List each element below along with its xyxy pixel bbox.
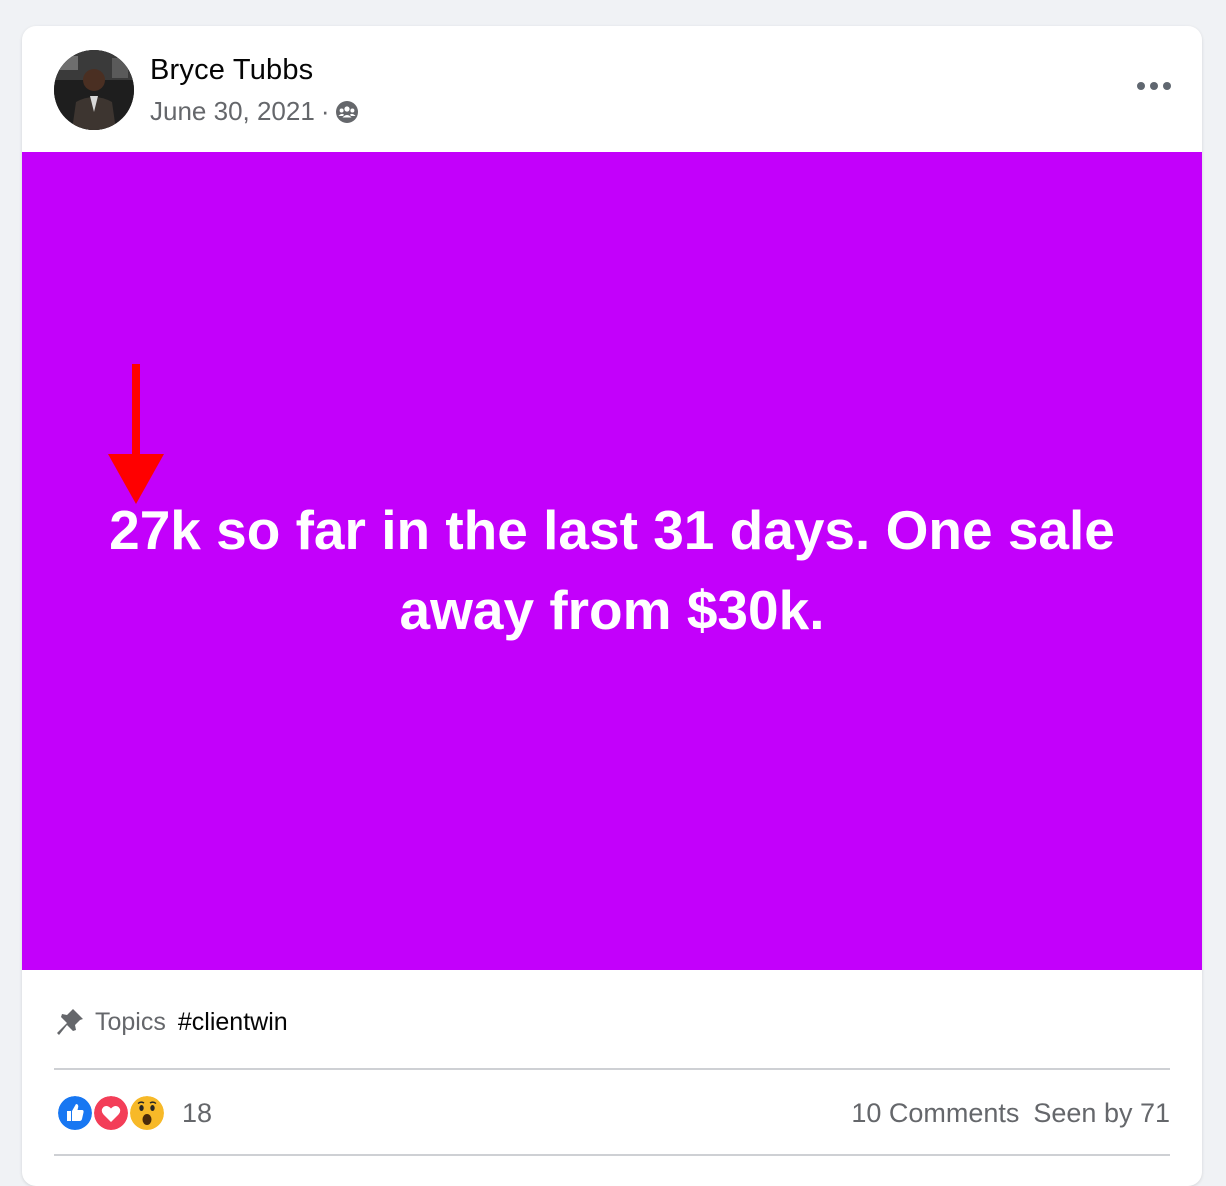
divider <box>54 1154 1170 1156</box>
wow-reaction-icon <box>128 1094 166 1132</box>
post-card: Bryce Tubbs June 30, 2021 · 27k so far i… <box>22 26 1202 1186</box>
author-avatar[interactable] <box>54 50 134 130</box>
group-audience-icon[interactable] <box>335 100 359 124</box>
pin-icon <box>57 1009 83 1035</box>
post-background-panel[interactable]: 27k so far in the last 31 days. One sale… <box>22 152 1202 970</box>
seen-by-count[interactable]: Seen by 71 <box>1033 1098 1170 1128</box>
more-options-icon <box>1137 82 1171 90</box>
reaction-icons[interactable] <box>56 1094 168 1132</box>
more-options-button[interactable] <box>1130 66 1178 106</box>
reaction-count[interactable]: 18 <box>182 1098 212 1129</box>
post-header: Bryce Tubbs June 30, 2021 · <box>22 26 1202 152</box>
love-reaction-icon <box>92 1094 130 1132</box>
topics-label: Topics <box>95 1007 166 1036</box>
author-name[interactable]: Bryce Tubbs <box>150 54 313 87</box>
divider <box>54 1068 1170 1070</box>
meta-separator: · <box>320 96 330 126</box>
like-reaction-icon <box>56 1094 94 1132</box>
post-meta: June 30, 2021 · <box>150 96 359 127</box>
post-date[interactable]: June 30, 2021 <box>150 96 315 127</box>
topic-tag-clientwin[interactable]: #clientwin <box>178 1008 288 1037</box>
topics-row: Topics #clientwin <box>54 1002 288 1042</box>
reactions-row: 18 10 Comments Seen by 71 <box>54 1086 1170 1140</box>
red-arrow-annotation <box>108 364 164 504</box>
comments-count[interactable]: 10 Comments <box>851 1098 1019 1128</box>
post-stats: 10 Comments Seen by 71 <box>851 1098 1170 1129</box>
post-text: 27k so far in the last 31 days. One sale… <box>109 499 1115 641</box>
